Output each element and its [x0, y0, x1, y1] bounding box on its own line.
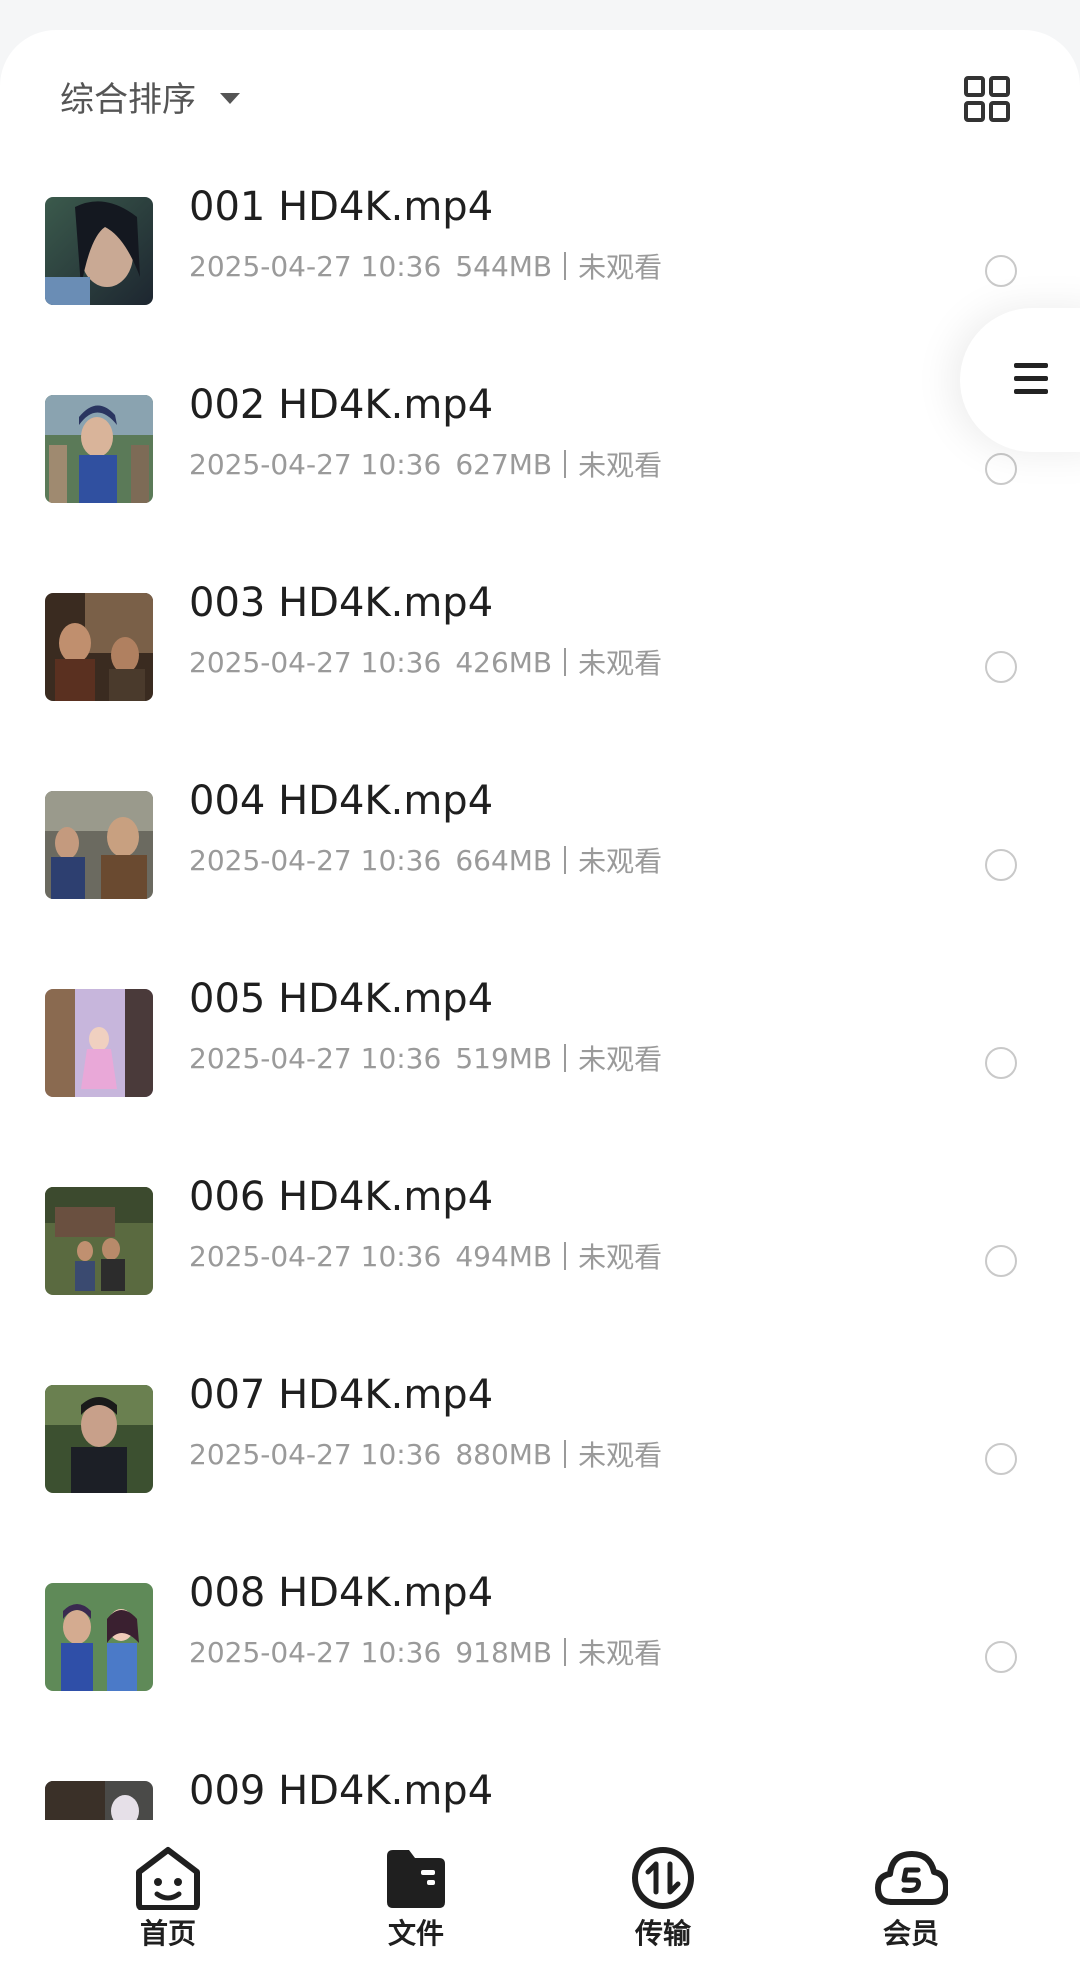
nav-home[interactable]: 首页: [108, 1846, 228, 1952]
file-name: 005 HD4K.mp4: [189, 976, 494, 1022]
file-name: 003 HD4K.mp4: [189, 580, 494, 626]
watch-status: 未观看: [578, 1439, 663, 1472]
file-row[interactable]: 001 HD4K.mp4 2025-04-27 10:36 544MB 未观看: [0, 150, 1080, 348]
file-meta: 2025-04-27 10:36 544MB 未观看: [189, 246, 662, 286]
nav-label: 文件: [387, 1917, 444, 1950]
file-name: 007 HD4K.mp4: [189, 1372, 494, 1418]
nav-transfer[interactable]: 传输: [603, 1846, 723, 1952]
file-row[interactable]: 005 HD4K.mp4 2025-04-27 10:36 519MB 未观看: [0, 942, 1080, 1140]
grid-view-icon[interactable]: [964, 76, 1010, 122]
watch-status: 未观看: [578, 845, 663, 878]
file-name: 008 HD4K.mp4: [189, 1570, 494, 1616]
file-size: 664MB: [455, 843, 553, 877]
file-name: 002 HD4K.mp4: [189, 382, 494, 428]
folder-icon: [387, 1850, 445, 1908]
file-row[interactable]: 006 HD4K.mp4 2025-04-27 10:36 494MB 未观看: [0, 1140, 1080, 1338]
sort-label: 综合排序: [60, 80, 196, 120]
file-date: 2025-04-27 10:36: [189, 249, 442, 283]
file-name: 001 HD4K.mp4: [189, 184, 494, 230]
transfer-icon: [632, 1847, 694, 1909]
file-size: 544MB: [455, 249, 553, 283]
select-radio[interactable]: [985, 255, 1017, 287]
file-row[interactable]: 004 HD4K.mp4 2025-04-27 10:36 664MB 未观看: [0, 744, 1080, 942]
select-radio[interactable]: [985, 1641, 1017, 1673]
file-date: 2025-04-27 10:36: [189, 843, 442, 877]
video-thumbnail: [45, 1583, 153, 1691]
nav-files[interactable]: 文件: [356, 1846, 476, 1952]
file-size: 426MB: [455, 645, 553, 679]
file-date: 2025-04-27 10:36: [189, 1635, 442, 1669]
file-name: 006 HD4K.mp4: [189, 1174, 494, 1220]
file-name: 009 HD4K.mp4: [189, 1768, 494, 1814]
select-radio[interactable]: [985, 453, 1017, 485]
file-size: 880MB: [455, 1437, 553, 1471]
nav-label: 首页: [139, 1917, 196, 1950]
watch-status: 未观看: [578, 1241, 663, 1274]
divider: [564, 1044, 567, 1072]
watch-status: 未观看: [578, 1637, 663, 1670]
file-name: 004 HD4K.mp4: [189, 778, 494, 824]
file-date: 2025-04-27 10:36: [189, 1437, 442, 1471]
file-size: 918MB: [455, 1635, 553, 1669]
nav-label: 会员: [882, 1917, 939, 1950]
file-row[interactable]: 002 HD4K.mp4 2025-04-27 10:36 627MB 未观看: [0, 348, 1080, 546]
file-size: 627MB: [455, 447, 553, 481]
file-row[interactable]: 003 HD4K.mp4 2025-04-27 10:36 426MB 未观看: [0, 546, 1080, 744]
select-radio[interactable]: [985, 651, 1017, 683]
divider: [564, 450, 567, 478]
file-meta: 2025-04-27 10:36 519MB 未观看: [189, 1038, 662, 1078]
bottom-nav: 首页 文件 传输 会员: [0, 1820, 1080, 1981]
file-meta: 2025-04-27 10:36 880MB 未观看: [189, 1434, 662, 1474]
select-radio[interactable]: [985, 849, 1017, 881]
video-thumbnail: [45, 197, 153, 305]
nav-label: 传输: [634, 1917, 691, 1950]
divider: [564, 648, 567, 676]
sort-dropdown[interactable]: 综合排序: [60, 72, 240, 121]
file-meta: 2025-04-27 10:36 627MB 未观看: [189, 444, 662, 484]
select-radio[interactable]: [985, 1047, 1017, 1079]
file-size: 494MB: [455, 1239, 553, 1273]
file-meta: 2025-04-27 10:36 494MB 未观看: [189, 1236, 662, 1276]
video-thumbnail: [45, 1385, 153, 1493]
select-radio[interactable]: [985, 1245, 1017, 1277]
divider: [564, 252, 567, 280]
file-date: 2025-04-27 10:36: [189, 1041, 442, 1075]
divider: [564, 1638, 567, 1666]
watch-status: 未观看: [578, 449, 663, 482]
nav-vip[interactable]: 会员: [851, 1846, 971, 1952]
file-size: 519MB: [455, 1041, 553, 1075]
file-meta: 2025-04-27 10:36 918MB 未观看: [189, 1632, 662, 1672]
divider: [564, 846, 567, 874]
cloud-vip-icon: [875, 1851, 948, 1905]
file-list-card: 001 HD4K.mp4 2025-04-27 10:36 544MB 未观看 …: [0, 30, 1080, 1981]
file-date: 2025-04-27 10:36: [189, 645, 442, 679]
caret-down-icon: [220, 93, 240, 104]
watch-status: 未观看: [578, 251, 663, 284]
video-thumbnail: [45, 593, 153, 701]
watch-status: 未观看: [578, 647, 663, 680]
select-radio[interactable]: [985, 1443, 1017, 1475]
menu-icon: [1014, 363, 1048, 402]
file-date: 2025-04-27 10:36: [189, 447, 442, 481]
video-thumbnail: [45, 395, 153, 503]
video-thumbnail: [45, 791, 153, 899]
video-thumbnail: [45, 989, 153, 1097]
file-row[interactable]: 007 HD4K.mp4 2025-04-27 10:36 880MB 未观看: [0, 1338, 1080, 1536]
smile-home-icon: [136, 1847, 200, 1910]
video-thumbnail: [45, 1187, 153, 1295]
divider: [564, 1440, 567, 1468]
file-date: 2025-04-27 10:36: [189, 1239, 442, 1273]
divider: [564, 1242, 567, 1270]
file-row[interactable]: 008 HD4K.mp4 2025-04-27 10:36 918MB 未观看: [0, 1536, 1080, 1734]
watch-status: 未观看: [578, 1043, 663, 1076]
file-meta: 2025-04-27 10:36 664MB 未观看: [189, 840, 662, 880]
file-meta: 2025-04-27 10:36 426MB 未观看: [189, 642, 662, 682]
